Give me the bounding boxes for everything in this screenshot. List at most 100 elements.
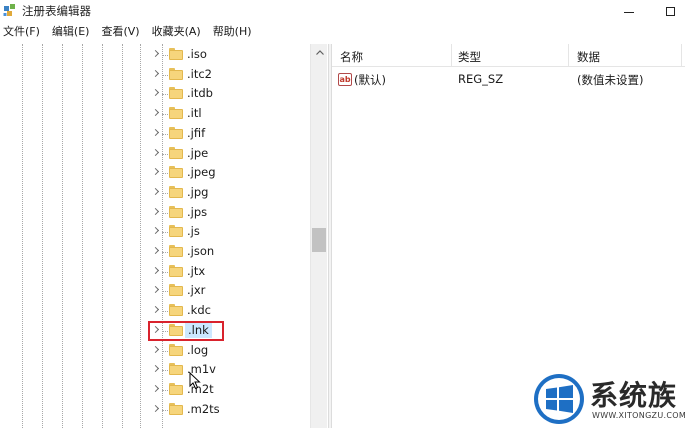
tree-item[interactable]: .kdc [0, 301, 310, 321]
tree-item-label: .lnk [185, 321, 212, 338]
registry-tree[interactable]: .iso .itc2 .itdb .itl .jfif .jpe .jpeg .jpg .jps… [0, 44, 328, 428]
tree-item-label: .itdb [187, 86, 213, 101]
tree-item-label: .jxr [187, 283, 206, 298]
minimize-button[interactable] [614, 0, 644, 22]
folder-icon [169, 264, 183, 277]
menu-bar: 文件(F) 编辑(E) 查看(V) 收藏夹(A) 帮助(H) [0, 22, 685, 42]
folder-icon [169, 48, 183, 60]
folder-icon [169, 323, 183, 336]
tree-item-label: .log [187, 342, 209, 357]
folder-icon [169, 304, 183, 317]
chevron-right-icon[interactable] [152, 247, 160, 256]
menu-favorites[interactable]: 收藏夹(A) [150, 22, 203, 42]
watermark: 系统族 WWW.XITONGZU.COM [532, 372, 685, 424]
maximize-button[interactable] [655, 0, 685, 22]
tree-item-label: .kdc [187, 303, 211, 318]
tree-item[interactable]: .jtx [0, 262, 310, 282]
chevron-right-icon[interactable] [152, 70, 160, 79]
scroll-up-button[interactable] [311, 44, 328, 61]
chevron-right-icon[interactable] [152, 50, 160, 59]
tree-item[interactable]: .iso [0, 45, 310, 65]
chevron-right-icon[interactable] [152, 168, 160, 177]
tree-item-label: .jpe [187, 145, 209, 160]
chevron-right-icon[interactable] [152, 365, 160, 374]
chevron-right-icon[interactable] [152, 227, 160, 236]
tree-item[interactable]: .jpeg [0, 163, 310, 183]
folder-icon [169, 343, 183, 356]
chevron-right-icon[interactable] [152, 306, 160, 315]
values-list[interactable]: 名称 类型 数据 ab (默认) REG_SZ (数值未设置) [332, 44, 685, 428]
tree-item-label: .jpg [187, 184, 209, 199]
tree-item-label: .itl [187, 106, 202, 121]
chevron-right-icon[interactable] [152, 346, 160, 355]
folder-icon [169, 146, 183, 159]
tree-item-label: .iso [187, 47, 207, 61]
string-value-icon: ab [338, 73, 352, 86]
minimize-icon [624, 11, 634, 13]
tree-item[interactable]: .jpg [0, 183, 310, 203]
chevron-right-icon[interactable] [152, 286, 160, 295]
title-bar: 注册表编辑器 [0, 0, 685, 22]
folder-icon [169, 402, 183, 415]
tree-item[interactable]: .itc2 [0, 65, 310, 85]
list-header: 名称 类型 数据 [332, 44, 685, 67]
chevron-right-icon[interactable] [152, 109, 160, 118]
chevron-right-icon[interactable] [152, 267, 160, 276]
windows-logo-icon [534, 374, 584, 424]
value-type: REG_SZ [458, 72, 504, 86]
tree-item-label: .m2ts [187, 401, 220, 416]
column-separator[interactable] [451, 44, 452, 67]
menu-edit[interactable]: 编辑(E) [50, 22, 92, 42]
column-type-header[interactable]: 类型 [458, 49, 481, 65]
folder-icon [169, 166, 183, 179]
list-row[interactable]: ab (默认) REG_SZ (数值未设置) [332, 71, 685, 89]
tree-item[interactable]: .log [0, 341, 310, 361]
chevron-right-icon[interactable] [152, 385, 160, 394]
tree-scrollbar[interactable] [310, 44, 327, 428]
column-separator[interactable] [568, 44, 569, 67]
chevron-right-icon[interactable] [152, 188, 160, 197]
menu-file[interactable]: 文件(F) [1, 22, 42, 42]
value-data: (数值未设置) [577, 73, 644, 87]
tree-item[interactable]: .jxr [0, 281, 310, 301]
maximize-icon [665, 6, 675, 16]
tree-item[interactable]: .m2ts [0, 400, 310, 420]
column-name-header[interactable]: 名称 [340, 49, 363, 65]
folder-icon [169, 126, 183, 139]
scroll-thumb[interactable] [312, 228, 326, 252]
tree-item-label: .js [187, 224, 200, 239]
chevron-right-icon[interactable] [152, 405, 160, 414]
tree-item[interactable]: .m2t [0, 380, 310, 400]
folder-icon [169, 205, 183, 218]
menu-view[interactable]: 查看(V) [99, 22, 141, 42]
chevron-right-icon[interactable] [152, 89, 160, 98]
watermark-url: WWW.XITONGZU.COM [592, 411, 685, 420]
tree-item-label: .jpeg [187, 165, 216, 180]
column-separator[interactable] [681, 44, 682, 67]
tree-item[interactable]: .json [0, 242, 310, 262]
folder-icon [169, 185, 183, 198]
tree-item[interactable]: .jfif [0, 124, 310, 144]
tree-item[interactable]: .itdb [0, 84, 310, 104]
tree-item-label: .jtx [187, 263, 206, 278]
folder-icon [169, 363, 183, 376]
value-name: (默认) [354, 73, 386, 87]
chevron-right-icon[interactable] [152, 149, 160, 158]
folder-icon [169, 382, 183, 395]
window-title: 注册表编辑器 [22, 4, 91, 18]
folder-icon [169, 107, 183, 120]
tree-item[interactable]: .jps [0, 203, 310, 223]
folder-icon [169, 284, 183, 297]
tree-item[interactable]: .lnk [0, 321, 310, 341]
folder-icon [169, 67, 183, 80]
chevron-right-icon[interactable] [152, 208, 160, 217]
tree-item-label: .jfif [187, 125, 206, 140]
tree-item[interactable]: .js [0, 222, 310, 242]
tree-item[interactable]: .jpe [0, 144, 310, 164]
tree-item[interactable]: .m1v [0, 360, 310, 380]
menu-help[interactable]: 帮助(H) [211, 22, 254, 42]
tree-item[interactable]: .itl [0, 104, 310, 124]
chevron-right-icon[interactable] [152, 326, 160, 335]
column-data-header[interactable]: 数据 [577, 49, 600, 65]
chevron-right-icon[interactable] [152, 129, 160, 138]
